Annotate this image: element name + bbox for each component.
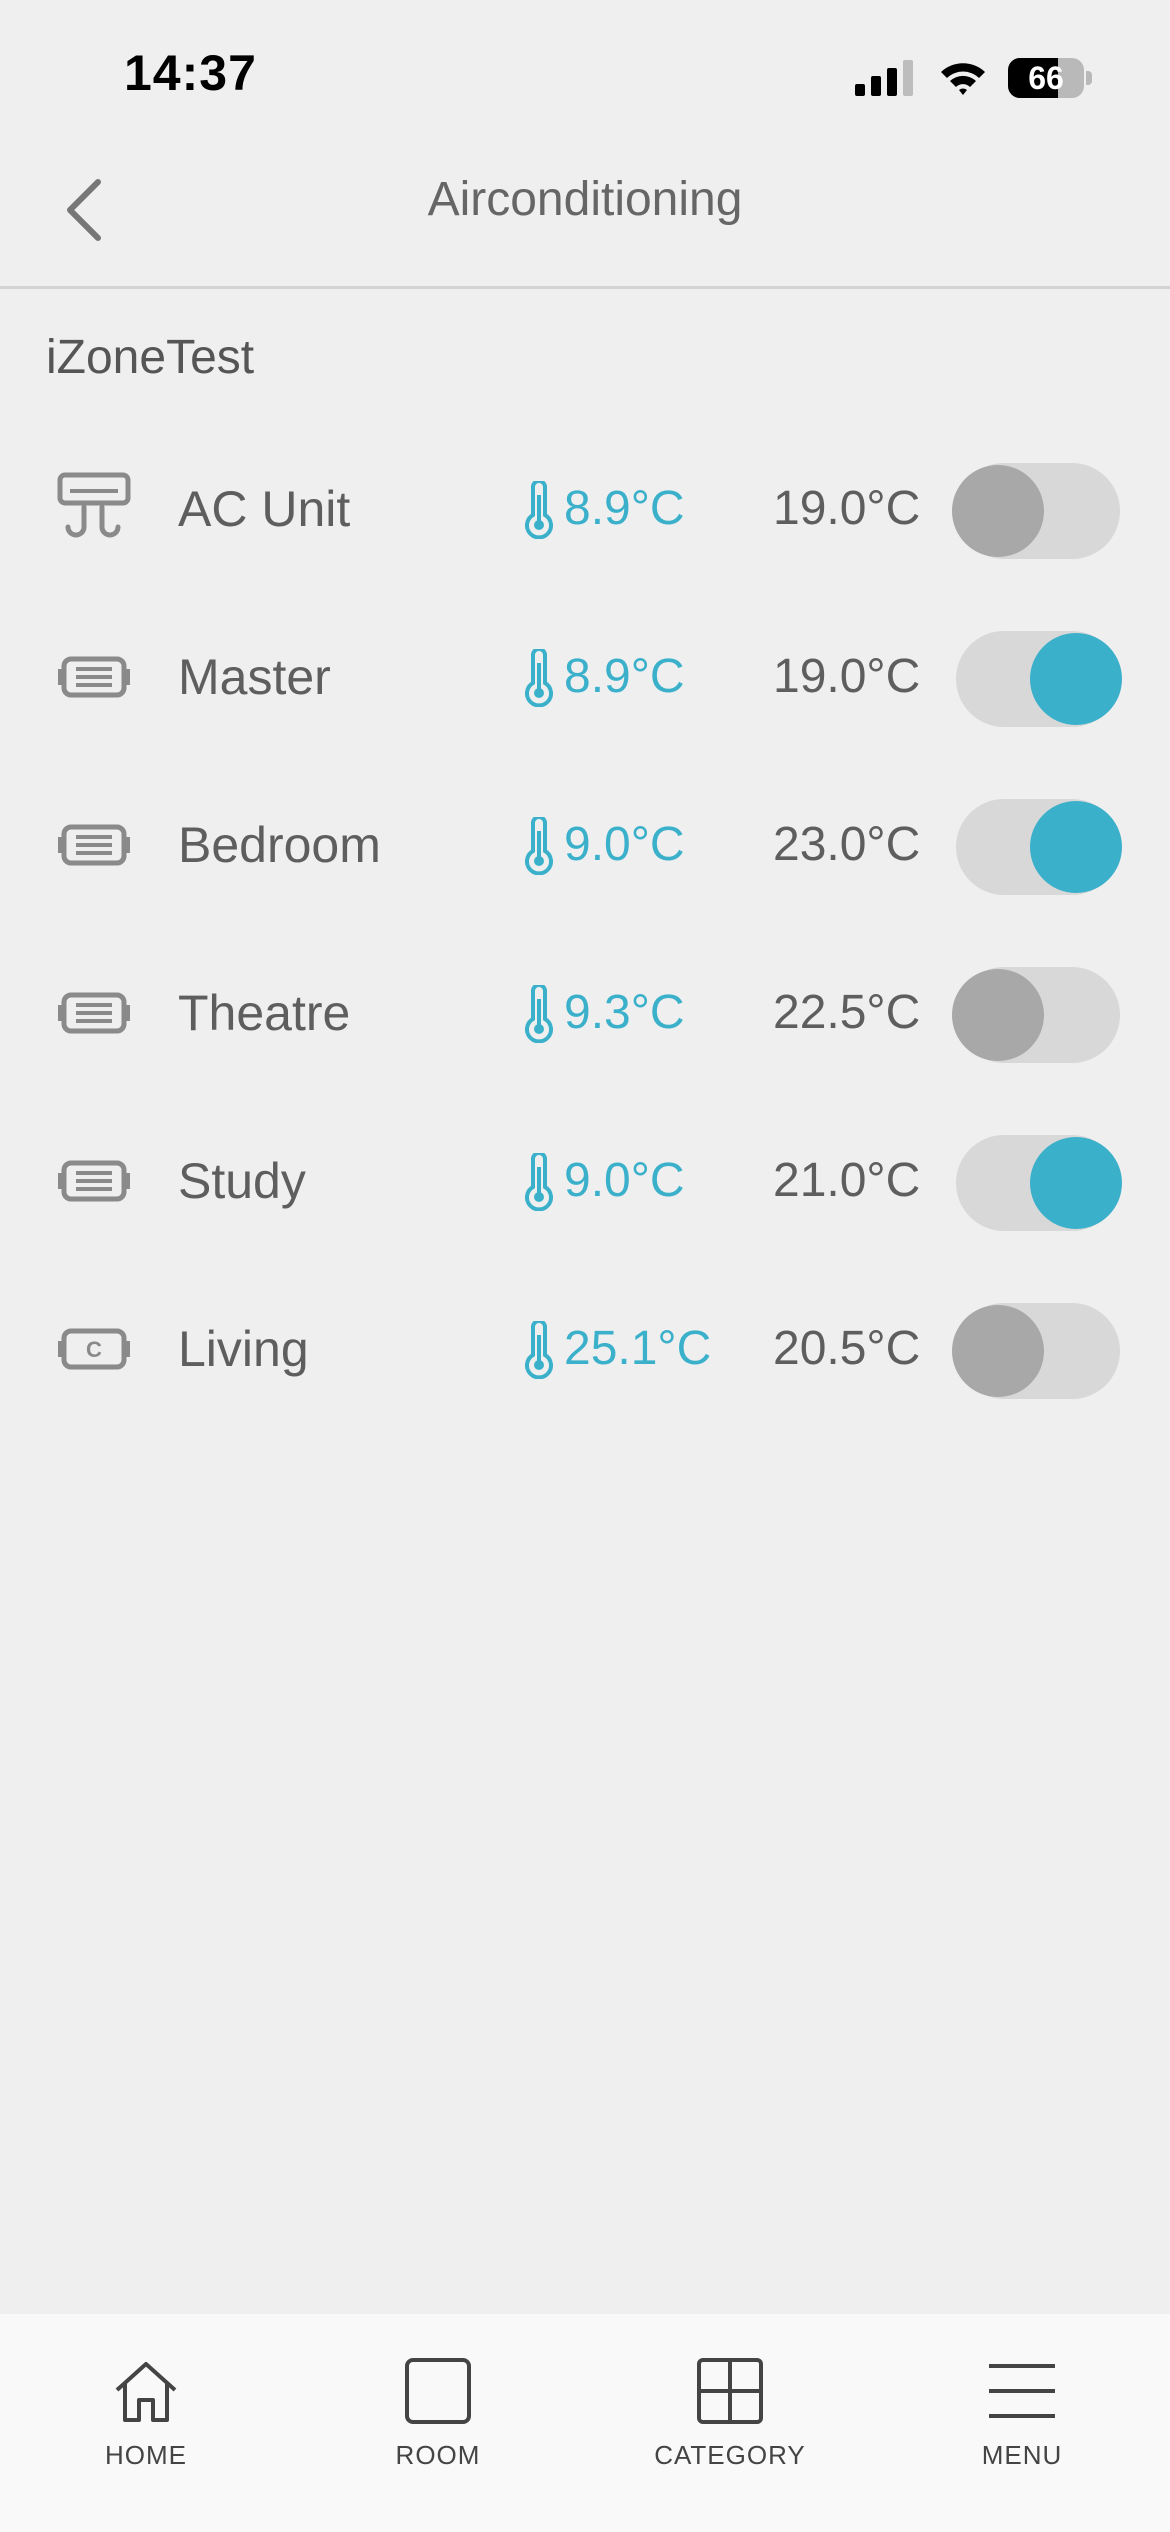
toggle-knob xyxy=(1030,1137,1122,1229)
menu-icon xyxy=(989,2364,1055,2418)
nav-bar: Airconditioning xyxy=(0,150,1170,289)
zone-name: Master xyxy=(178,649,331,705)
zone-vent-icon xyxy=(56,973,132,1053)
ac-unit-icon xyxy=(56,469,132,549)
zone-name: Study xyxy=(178,1153,306,1209)
zone-power-toggle[interactable] xyxy=(952,1303,1120,1399)
thermometer-icon xyxy=(522,479,556,540)
zone-power-toggle[interactable] xyxy=(956,1135,1122,1231)
zone-row[interactable]: AC Unit 8.9°C 19.0°C xyxy=(0,425,1170,593)
wifi-icon xyxy=(941,63,985,95)
tab-category-label: CATEGORY xyxy=(654,2440,806,2470)
setpoint-temperature[interactable]: 19.0°C xyxy=(773,425,920,593)
zone-row[interactable]: Theatre 9.3°C 22.5°C xyxy=(0,929,1170,1097)
tab-room-label: ROOM xyxy=(395,2440,481,2470)
zone-constant-icon: C xyxy=(56,1309,132,1389)
thermometer-icon xyxy=(522,983,556,1044)
svg-text:C: C xyxy=(86,1337,102,1362)
zone-row[interactable]: Master 8.9°C 19.0°C xyxy=(0,593,1170,761)
current-temperature: 9.0°C xyxy=(564,1154,685,1207)
tab-home[interactable]: HOME xyxy=(0,2314,292,2532)
zone-name: Living xyxy=(178,1321,309,1377)
current-temperature: 8.9°C xyxy=(564,482,685,535)
setpoint-temperature[interactable]: 23.0°C xyxy=(773,761,920,929)
status-bar: 14:37 66 xyxy=(0,0,1170,150)
thermometer-icon xyxy=(522,815,556,876)
zone-vent-icon xyxy=(56,805,132,885)
zone-name: Theatre xyxy=(178,985,351,1041)
thermometer-icon xyxy=(522,647,556,708)
battery-percentage: 66 xyxy=(1028,60,1064,96)
zone-power-toggle[interactable] xyxy=(956,799,1122,895)
bottom-tab-bar: HOME ROOM CATEGORY MENU xyxy=(0,2314,1170,2532)
zone-name: AC Unit xyxy=(178,481,351,537)
battery-indicator: 66 xyxy=(1008,58,1092,98)
cellular-signal-icon xyxy=(855,60,913,96)
thermometer-icon xyxy=(522,1151,556,1212)
category-icon xyxy=(697,2358,763,2424)
zone-power-toggle[interactable] xyxy=(956,631,1122,727)
toggle-knob xyxy=(1030,801,1122,893)
zone-power-toggle[interactable] xyxy=(952,967,1120,1063)
tab-room[interactable]: ROOM xyxy=(292,2314,584,2532)
toggle-knob xyxy=(952,465,1044,557)
setpoint-temperature[interactable]: 22.5°C xyxy=(773,929,920,1097)
zone-power-toggle[interactable] xyxy=(952,463,1120,559)
zone-vent-icon xyxy=(56,1141,132,1221)
group-title: iZoneTest xyxy=(46,331,255,384)
zone-row[interactable]: C Living 25.1°C 20.5°C xyxy=(0,1265,1170,1433)
current-temperature: 9.3°C xyxy=(564,986,685,1039)
current-temperature: 8.9°C xyxy=(564,650,685,703)
home-icon xyxy=(115,2362,177,2422)
toggle-knob xyxy=(952,1305,1044,1397)
tab-home-label: HOME xyxy=(105,2440,187,2470)
toggle-knob xyxy=(1030,633,1122,725)
current-temperature: 25.1°C xyxy=(564,1322,712,1375)
zone-row[interactable]: Bedroom 9.0°C 23.0°C xyxy=(0,761,1170,929)
room-icon xyxy=(405,2358,471,2424)
toggle-knob xyxy=(952,969,1044,1061)
current-temperature: 9.0°C xyxy=(564,818,685,871)
zone-vent-icon xyxy=(56,637,132,717)
zone-name: Bedroom xyxy=(178,817,381,873)
thermometer-icon xyxy=(522,1319,556,1380)
tab-category[interactable]: CATEGORY xyxy=(584,2314,876,2532)
setpoint-temperature[interactable]: 19.0°C xyxy=(773,593,920,761)
zone-row[interactable]: Study 9.0°C 21.0°C xyxy=(0,1097,1170,1265)
page-title: Airconditioning xyxy=(427,173,743,226)
setpoint-temperature[interactable]: 21.0°C xyxy=(773,1097,920,1265)
tab-menu-label: MENU xyxy=(981,2440,1063,2470)
status-time: 14:37 xyxy=(124,45,257,101)
setpoint-temperature[interactable]: 20.5°C xyxy=(773,1265,920,1433)
tab-menu[interactable]: MENU xyxy=(876,2314,1168,2532)
